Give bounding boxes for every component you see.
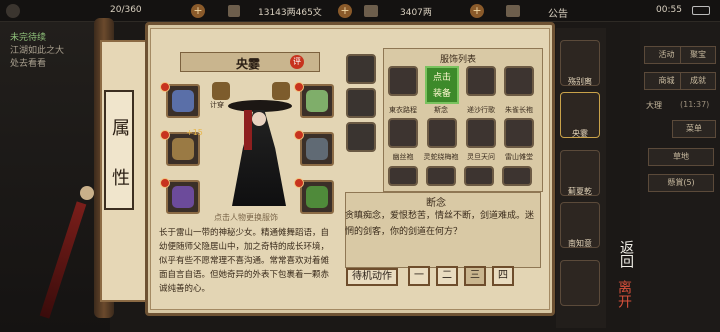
costume-name: 灵蛇绕梅袍 [423, 153, 459, 161]
costume-item[interactable] [388, 118, 418, 148]
gold-value: 3407两 [400, 8, 432, 18]
notice-button[interactable]: 公告 [548, 5, 568, 20]
category-accessory-icon[interactable] [346, 122, 376, 152]
add-stamina-button[interactable]: + [191, 4, 205, 18]
menu-button[interactable]: 菜单 [672, 120, 716, 138]
coin-icon [228, 5, 240, 17]
roster-name: 薊夏乾 [568, 187, 592, 196]
stat-badge-1: 计穿 [210, 101, 224, 109]
costume-item[interactable] [427, 118, 457, 148]
add-silver-button[interactable]: + [338, 4, 352, 18]
equip-slot-weapon[interactable] [166, 84, 200, 118]
silver-value: 13143两465文 [258, 8, 322, 18]
quest-line-1: 江湖如此之大 [10, 46, 65, 56]
achievement-button[interactable]: 成就 [680, 72, 716, 90]
costume-name: 递沙行歌 [467, 106, 495, 114]
slot-alert-dot [294, 82, 304, 92]
add-gold-button[interactable]: + [470, 4, 484, 18]
costume-name: 朱雀长袍 [505, 106, 533, 114]
selected-description: 贪瞋痴念，爱恨愁苦，情丝不断，剑道难成。迷惘的剑客，你的剑道在何方？ [345, 211, 535, 237]
gold-icon [364, 5, 378, 17]
stamina-value: 20/360 [110, 5, 142, 15]
costume-item[interactable] [466, 66, 496, 96]
treasure-button[interactable]: 聚宝 [680, 46, 716, 64]
character-name: 央霎 [236, 57, 261, 71]
character-scarf [244, 110, 252, 150]
scroll-knob [80, 186, 94, 200]
buff-value: +15 [186, 128, 203, 137]
page-4-button[interactable]: 四 [492, 266, 514, 286]
equip-slot-book[interactable] [300, 84, 334, 118]
costume-item[interactable] [504, 118, 534, 148]
selected-title: 断念 [426, 198, 446, 209]
costume-row-3 [388, 166, 538, 186]
costume-name: 斯念 [434, 106, 448, 114]
slot-alert-dot [160, 82, 170, 92]
category-hat-icon[interactable] [346, 54, 376, 84]
equip-label: 装备 [432, 89, 451, 99]
left-header-icon [6, 4, 20, 18]
notice-icon [506, 5, 520, 17]
page-1-button[interactable]: 一 [408, 266, 430, 286]
back-label: 返回 [618, 240, 634, 268]
equip-slot-pet[interactable] [300, 180, 334, 214]
quest-panel[interactable]: 未完待续 江湖如此之大 处去看看 [10, 30, 64, 69]
page-2-button[interactable]: 二 [436, 266, 458, 286]
slot-alert-dot [160, 130, 170, 140]
category-outfit-icon[interactable] [346, 88, 376, 118]
grass-button[interactable]: 草地 [648, 148, 714, 166]
roster-portrait[interactable] [560, 260, 600, 306]
roster-name: 南知意 [568, 239, 592, 248]
page-3-button[interactable]: 三 [464, 266, 486, 286]
quest-line-2: 处去看看 [10, 59, 47, 69]
tab-char-2: 性 [112, 168, 130, 189]
roster-name: 殇别离 [568, 77, 592, 86]
slot-alert-dot [160, 178, 170, 188]
change-costume-hint: 点击人物更换服饰 [214, 213, 278, 222]
equip-click-label: 点击 [432, 73, 451, 83]
costume-item[interactable] [504, 66, 534, 96]
costume-item[interactable] [388, 166, 418, 186]
back-button[interactable]: 返回 离开 [608, 240, 640, 320]
costume-name: 雷山傩堂 [505, 153, 533, 161]
costume-item[interactable] [502, 166, 532, 186]
character-description: 长于雷山一带的神秘少女。精通傩舞蹈语，自幼便随师父隐居山中，加之奇特的成长环境，… [159, 228, 330, 294]
comment-badge[interactable]: 评 [290, 55, 304, 69]
slot-alert-dot [294, 130, 304, 140]
costume-name: 幽丝袍 [392, 153, 414, 161]
idle-action-button[interactable]: 待机动作 [346, 268, 398, 286]
battery-icon [692, 6, 710, 15]
costume-item[interactable] [426, 166, 456, 186]
costume-item[interactable] [466, 118, 496, 148]
costume-item[interactable] [388, 66, 418, 96]
costume-list-title: 服饰列表 [440, 55, 477, 65]
equip-slot-armor[interactable] [300, 132, 334, 166]
quest-title: 未完待续 [10, 33, 47, 43]
costume-name: 東衣路程 [389, 106, 417, 114]
location-time: (11:37) [680, 100, 710, 109]
location-label[interactable]: 大理 [646, 100, 662, 111]
attributes-tab[interactable]: 属 性 [104, 90, 134, 210]
slot-alert-dot [294, 178, 304, 188]
clock: 00:55 [656, 5, 682, 15]
character-face [252, 112, 266, 126]
equip-slot-accessory[interactable] [166, 180, 200, 214]
equip-slot-hidden-weapon[interactable] [166, 132, 200, 166]
equip-button[interactable]: 点击 装备 [425, 66, 459, 104]
costume-name: 灵旦天问 [467, 153, 495, 161]
bounty-button[interactable]: 懸賞(5) [648, 174, 714, 192]
costume-item[interactable] [464, 166, 494, 186]
tab-char-1: 属 [112, 118, 130, 139]
roster-name: 央霎 [572, 129, 588, 138]
leave-label: 离开 [616, 280, 632, 308]
